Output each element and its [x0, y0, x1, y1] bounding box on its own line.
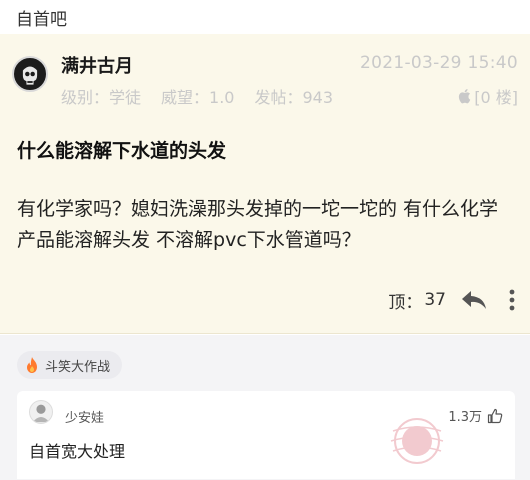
author-level: 级别：学徒: [61, 88, 142, 107]
commenter-name[interactable]: 少安娃: [65, 407, 104, 426]
author-avatar[interactable]: [12, 56, 48, 92]
hot-comment[interactable]: 少安娃 1.3万 自首宽大处理: [17, 391, 515, 479]
author-meta: 级别：学徒 威望：1.0 发帖：943: [61, 84, 333, 108]
topic-tag[interactable]: 斗笑大作战: [17, 351, 123, 379]
upvote-count[interactable]: 37: [424, 290, 446, 310]
thumb-up-icon[interactable]: [487, 408, 503, 424]
post-actions: 顶： 37: [388, 285, 516, 315]
fire-icon: [27, 357, 37, 373]
reply-icon[interactable]: [460, 289, 488, 311]
apple-icon: [459, 89, 471, 104]
author-post-count: 发帖：943: [254, 88, 334, 107]
comment-text: 自首宽大处理: [29, 442, 126, 461]
forum-name[interactable]: 自首吧: [16, 5, 67, 30]
topic-tag-label: 斗笑大作战: [45, 359, 111, 375]
post-content: 有化学家吗？媳妇洗澡那头发掉的一坨一坨的 有什么化学产品能溶解头发 不溶解pvc…: [17, 198, 499, 251]
floor-info: [0 楼]: [457, 84, 518, 108]
comment-like-count: 1.3万: [448, 410, 482, 425]
comment-likes[interactable]: 1.3万: [448, 406, 503, 425]
author-prestige: 威望：1.0: [161, 88, 235, 107]
author-name[interactable]: 满井古月: [61, 52, 133, 78]
floor-number: [0 楼]: [474, 88, 518, 107]
post-title: 什么能溶解下水道的头发: [17, 140, 227, 162]
upvote-label[interactable]: 顶：: [388, 288, 422, 313]
commenter-avatar[interactable]: [29, 400, 53, 424]
post-card: 满井古月 2021-03-29 15:40 级别：学徒 威望：1.0 发帖：94…: [0, 34, 530, 334]
more-icon[interactable]: [508, 288, 516, 312]
stamp-icon: [390, 418, 444, 464]
comments-area: 斗笑大作战 少安娃 1.3万 自首宽大处理: [0, 335, 530, 480]
post-time: 2021-03-29 15:40: [360, 53, 518, 73]
top-bar: 自首吧: [0, 0, 530, 34]
